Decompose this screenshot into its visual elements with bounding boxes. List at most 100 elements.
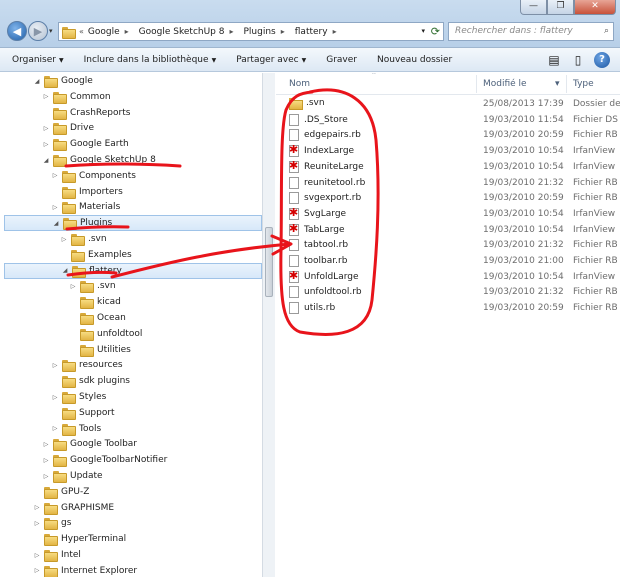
collapse-triangle-icon[interactable]: ◢: [61, 267, 69, 274]
help-icon[interactable]: ?: [594, 52, 610, 68]
expand-triangle-icon[interactable]: ▷: [42, 457, 50, 464]
preview-pane-icon[interactable]: ▯: [570, 52, 586, 68]
expand-triangle-icon[interactable]: ▷: [33, 567, 41, 574]
recent-pages-dropdown[interactable]: ▾: [49, 27, 53, 35]
tree-item[interactable]: ▷ GRAPHISME: [0, 500, 262, 516]
organize-menu[interactable]: Organiser ▼: [12, 55, 64, 65]
tree-item[interactable]: ▷ .svn: [0, 278, 262, 294]
column-type[interactable]: Type: [573, 79, 594, 89]
address-dropdown-icon[interactable]: ▾: [421, 27, 425, 35]
expand-triangle-icon[interactable]: ▷: [42, 473, 50, 480]
search-icon[interactable]: ⌕: [604, 23, 609, 40]
address-bar[interactable]: « Google ▸ Google SketchUp 8 ▸ Plugins ▸ fl…: [58, 22, 444, 41]
tree-item[interactable]: ▷ GoogleToolbarNotifier: [0, 452, 262, 468]
tree-item[interactable]: ▷ Common: [0, 89, 262, 105]
tree-item[interactable]: ▷ Intel: [0, 547, 262, 563]
breadcrumb-plugins[interactable]: Plugins ▸: [244, 27, 289, 37]
expand-triangle-icon[interactable]: ▷: [42, 141, 50, 148]
expand-triangle-icon[interactable]: ▷: [42, 125, 50, 132]
expand-triangle-icon[interactable]: ▷: [42, 93, 50, 100]
tree-item[interactable]: CrashReports: [0, 105, 262, 121]
tree-item[interactable]: ◢ Plugins: [4, 215, 262, 232]
expand-triangle-icon[interactable]: ▷: [51, 425, 59, 432]
tree-item[interactable]: Utilities: [0, 342, 262, 358]
tree-item[interactable]: ▷ Internet Explorer: [0, 563, 262, 577]
tree-item[interactable]: Examples: [0, 247, 262, 263]
views-icon[interactable]: ▤: [546, 52, 562, 68]
column-divider[interactable]: [476, 75, 477, 93]
forward-button[interactable]: ▶: [28, 21, 48, 41]
expand-triangle-icon[interactable]: ▷: [60, 236, 68, 243]
nav-scrollbar[interactable]: [262, 73, 275, 577]
tree-item[interactable]: ▷ .svn: [0, 231, 262, 247]
expand-triangle-icon[interactable]: ▷: [69, 283, 77, 290]
column-dropdown-icon[interactable]: ▾: [555, 79, 560, 89]
column-name[interactable]: Nom: [289, 79, 310, 89]
tree-item[interactable]: Support: [0, 405, 262, 421]
tree-item[interactable]: sdk plugins: [0, 373, 262, 389]
search-input[interactable]: Rechercher dans : flattery ⌕: [448, 22, 614, 41]
tree-item[interactable]: ◢ flattery: [4, 262, 262, 279]
tree-item[interactable]: ▷ Drive: [0, 120, 262, 136]
column-divider[interactable]: [566, 75, 567, 93]
file-row[interactable]: .svn 25/08/2013 17:39 Dossier de: [276, 96, 620, 112]
expand-triangle-icon[interactable]: ▷: [51, 172, 59, 179]
tree-item[interactable]: ▷ Update: [0, 468, 262, 484]
share-with-menu[interactable]: Partager avec ▼: [236, 55, 306, 65]
tree-item[interactable]: ▷ Google Toolbar: [0, 436, 262, 452]
tree-item[interactable]: Ocean: [0, 310, 262, 326]
collapse-triangle-icon[interactable]: ◢: [42, 157, 50, 164]
minimize-button[interactable]: —: [520, 0, 547, 15]
file-row[interactable]: reunitetool.rb 19/03/2010 21:32 Fichier RB: [276, 175, 620, 191]
expand-triangle-icon[interactable]: ▷: [51, 204, 59, 211]
tree-item[interactable]: GPU-Z: [0, 484, 262, 500]
tree-item[interactable]: unfoldtool: [0, 326, 262, 342]
close-button[interactable]: ✕: [574, 0, 616, 15]
tree-item[interactable]: ▷ gs: [0, 515, 262, 531]
tree-item[interactable]: ▷ Google Earth: [0, 136, 262, 152]
file-row[interactable]: tabtool.rb 19/03/2010 21:32 Fichier RB: [276, 237, 620, 253]
chevron-right-icon[interactable]: ▸: [125, 27, 129, 36]
file-row[interactable]: utils.rb 19/03/2010 20:59 Fichier RB: [276, 300, 620, 316]
breadcrumb-google[interactable]: Google ▸: [88, 27, 133, 37]
file-row[interactable]: .DS_Store 19/03/2010 11:54 Fichier DS: [276, 112, 620, 128]
file-row[interactable]: edgepairs.rb 19/03/2010 20:59 Fichier RB: [276, 127, 620, 143]
expand-triangle-icon[interactable]: ▷: [51, 362, 59, 369]
collapse-triangle-icon[interactable]: ◢: [33, 78, 41, 85]
file-row[interactable]: unfoldtool.rb 19/03/2010 21:32 Fichier RB: [276, 284, 620, 300]
tree-item[interactable]: kicad: [0, 294, 262, 310]
tree-item[interactable]: ▷ Components: [0, 168, 262, 184]
file-row[interactable]: TabLarge 19/03/2010 10:54 IrfanView: [276, 222, 620, 238]
file-row[interactable]: SvgLarge 19/03/2010 10:54 IrfanView: [276, 206, 620, 222]
file-row[interactable]: svgexport.rb 19/03/2010 20:59 Fichier RB: [276, 190, 620, 206]
include-library-menu[interactable]: Inclure dans la bibliothèque ▼: [84, 55, 217, 65]
chevron-right-icon[interactable]: ▸: [229, 27, 233, 36]
file-row[interactable]: UnfoldLarge 19/03/2010 10:54 IrfanView: [276, 269, 620, 285]
back-button[interactable]: ◀: [7, 21, 27, 41]
file-row[interactable]: toolbar.rb 19/03/2010 21:00 Fichier RB: [276, 253, 620, 269]
tree-item[interactable]: HyperTerminal: [0, 531, 262, 547]
tree-item[interactable]: ▷ Styles: [0, 389, 262, 405]
expand-triangle-icon[interactable]: ▷: [42, 441, 50, 448]
breadcrumb-sketchup[interactable]: Google SketchUp 8 ▸: [139, 27, 238, 37]
chevron-right-icon[interactable]: ▸: [281, 27, 285, 36]
new-folder-button[interactable]: Nouveau dossier: [377, 55, 452, 65]
tree-item[interactable]: ▷ Tools: [0, 421, 262, 437]
file-row[interactable]: IndexLarge 19/03/2010 10:54 IrfanView: [276, 143, 620, 159]
scrollbar-thumb[interactable]: [265, 227, 273, 297]
expand-triangle-icon[interactable]: ▷: [51, 394, 59, 401]
maximize-button[interactable]: ❐: [547, 0, 574, 15]
address-prefix[interactable]: «: [79, 27, 84, 36]
chevron-right-icon[interactable]: ▸: [333, 27, 337, 36]
tree-item[interactable]: ◢ Google: [0, 73, 262, 89]
tree-item[interactable]: ◢ Google SketchUp 8: [0, 152, 262, 168]
tree-item[interactable]: Importers: [0, 184, 262, 200]
breadcrumb-flattery[interactable]: flattery ▸: [295, 27, 341, 37]
collapse-triangle-icon[interactable]: ◢: [52, 220, 60, 227]
expand-triangle-icon[interactable]: ▷: [33, 504, 41, 511]
expand-triangle-icon[interactable]: ▷: [33, 552, 41, 559]
tree-item[interactable]: ▷ Materials: [0, 199, 262, 215]
expand-triangle-icon[interactable]: ▷: [33, 520, 41, 527]
refresh-icon[interactable]: ⟳: [431, 25, 440, 38]
tree-item[interactable]: ▷ resources: [0, 357, 262, 373]
